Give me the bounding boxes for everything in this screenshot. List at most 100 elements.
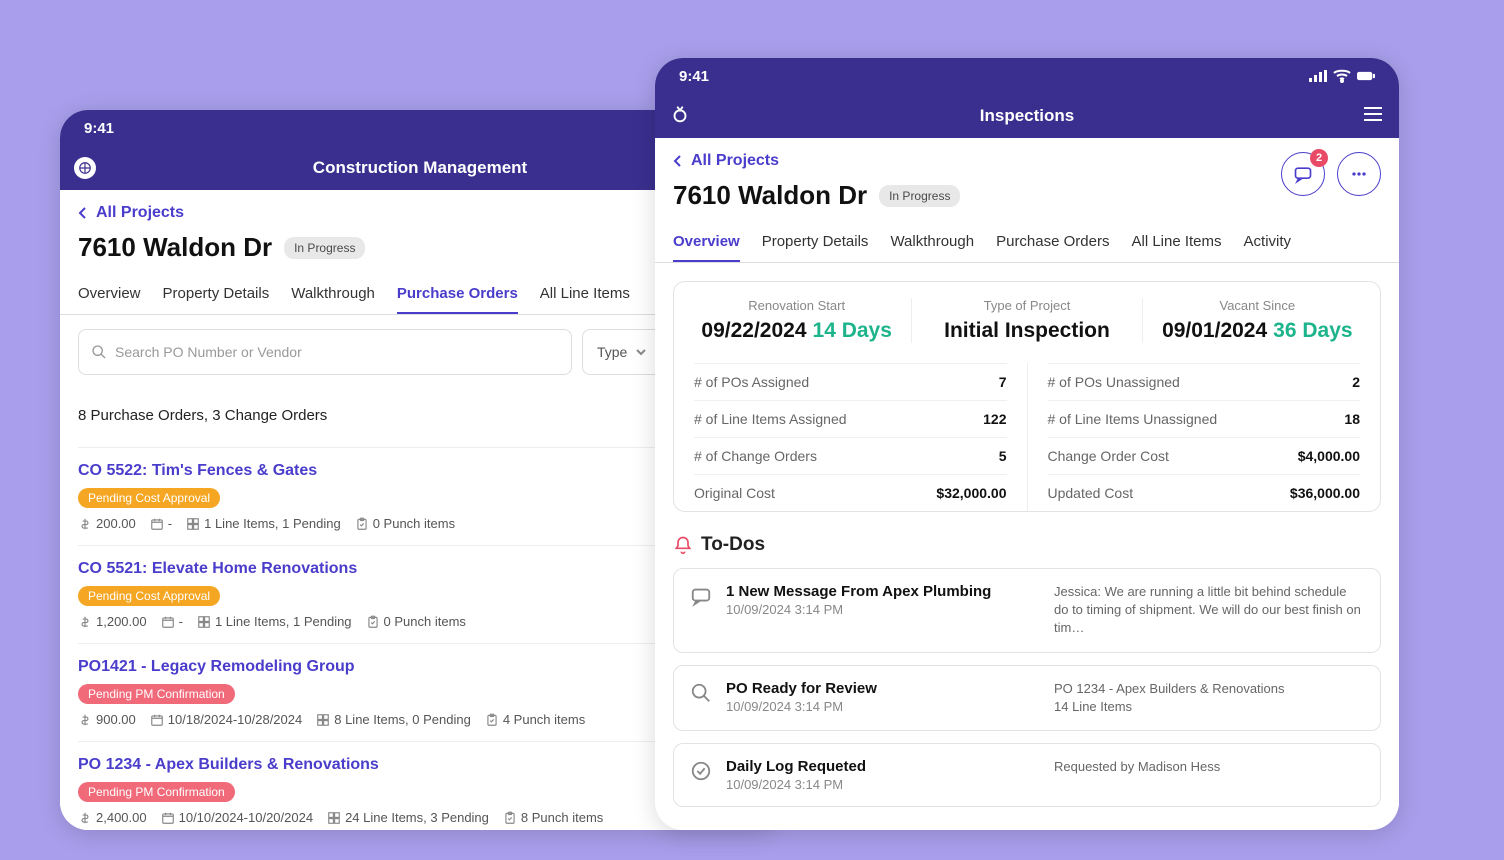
tab-walkthrough[interactable]: Walkthrough (291, 275, 375, 314)
search-icon (91, 344, 107, 360)
status-badge: In Progress (879, 185, 960, 207)
stat-label: Change Order Cost (1048, 448, 1169, 464)
po-amount: 900.00 (78, 712, 136, 727)
stat-label: # of POs Unassigned (1048, 374, 1180, 390)
todo-detail: PO 1234 - Apex Builders & Renovations14 … (1054, 680, 1364, 716)
filter-type[interactable]: Type (582, 329, 662, 375)
bell-icon (673, 535, 693, 555)
tab-property-details[interactable]: Property Details (163, 275, 270, 314)
stat-row: Updated Cost $36,000.00 (1048, 474, 1361, 511)
todos-title: To-Dos (701, 534, 765, 556)
todo-item[interactable]: Daily Log Requeted 10/09/2024 3:14 PM Re… (673, 743, 1381, 807)
notification-badge: 2 (1310, 149, 1328, 167)
breadcrumb-back[interactable]: All Projects (673, 152, 960, 170)
todos-header: To-Dos (673, 534, 1381, 556)
tab-purchase-orders[interactable]: Purchase Orders (397, 275, 518, 314)
tab-property-details[interactable]: Property Details (762, 223, 869, 262)
stat-row: Change Order Cost$4,000.00 (1048, 437, 1361, 474)
search-input[interactable]: Search PO Number or Vendor (78, 329, 572, 375)
todo-item[interactable]: 1 New Message From Apex Plumbing 10/09/2… (673, 568, 1381, 653)
po-punch: 0 Punch items (355, 516, 455, 531)
summary-metric: Vacant Since 09/01/202436 Days (1143, 298, 1372, 343)
stat-row: # of Change Orders 5 (694, 437, 1007, 474)
stat-value: 2 (1352, 374, 1360, 390)
chevron-left-icon (673, 154, 683, 168)
todo-item[interactable]: PO Ready for Review 10/09/2024 3:14 PM P… (673, 665, 1381, 731)
summary-metric: Type of Project Initial Inspection (912, 298, 1142, 343)
po-dates: 10/10/2024-10/20/2024 (161, 810, 313, 825)
tab-overview[interactable]: Overview (78, 275, 141, 314)
todo-title: PO Ready for Review (726, 680, 1040, 697)
stat-value: 18 (1344, 411, 1360, 427)
stat-value: 122 (983, 411, 1006, 427)
stat-row: # of POs Unassigned 2 (1048, 363, 1361, 400)
po-amount: 2,400.00 (78, 810, 147, 825)
stat-row: # of POs Assigned 7 (694, 363, 1007, 400)
breadcrumb-label: All Projects (96, 204, 184, 222)
po-amount: 1,200.00 (78, 614, 147, 629)
todo-title: Daily Log Requeted (726, 758, 1040, 775)
chevron-left-icon (78, 206, 88, 220)
stat-row: # of Line Items Assigned122 (694, 400, 1007, 437)
summary-metric: Renovation Start 09/22/202414 Days (682, 298, 912, 343)
tab-purchase-orders[interactable]: Purchase Orders (996, 223, 1109, 262)
stat-label: # of POs Assigned (694, 374, 809, 390)
po-badge: Pending PM Confirmation (78, 684, 235, 704)
stat-label: Original Cost (694, 485, 775, 501)
app-title: Inspections (980, 106, 1074, 126)
status-icons (1309, 69, 1375, 83)
wifi-icon (1333, 69, 1351, 83)
tab-walkthrough[interactable]: Walkthrough (890, 223, 974, 262)
tab-activity[interactable]: Activity (1244, 223, 1292, 262)
search-placeholder: Search PO Number or Vendor (115, 344, 302, 360)
stat-value: 7 (999, 374, 1007, 390)
status-bar: 9:41 (655, 58, 1399, 94)
tab-all-line-items[interactable]: All Line Items (540, 275, 630, 314)
project-title: 7610 Waldon Dr (78, 232, 272, 263)
po-dates: - (161, 614, 183, 629)
po-lineitems: 8 Line Items, 0 Pending (316, 712, 471, 727)
more-button[interactable] (1337, 152, 1381, 196)
po-amount: 200.00 (78, 516, 136, 531)
todo-time: 10/09/2024 3:14 PM (726, 699, 1040, 714)
more-icon (1349, 164, 1369, 184)
po-dates: 10/18/2024-10/28/2024 (150, 712, 302, 727)
logo-icon (74, 157, 96, 179)
po-lineitems: 1 Line Items, 1 Pending (186, 516, 341, 531)
summary-count: 8 Purchase Orders, 3 Change Orders (78, 407, 327, 424)
tab-overview[interactable]: Overview (673, 223, 740, 262)
todo-time: 10/09/2024 3:14 PM (726, 602, 1040, 617)
summary-card: Renovation Start 09/22/202414 DaysType o… (673, 281, 1381, 512)
stat-value: $36,000.00 (1290, 485, 1360, 501)
po-badge: Pending Cost Approval (78, 586, 220, 606)
stat-value: 5 (999, 448, 1007, 464)
app-bar: Inspections (655, 94, 1399, 138)
stat-label: Updated Cost (1048, 485, 1134, 501)
todo-title: 1 New Message From Apex Plumbing (726, 583, 1040, 600)
message-icon (690, 585, 712, 607)
todo-detail: Requested by Madison Hess (1054, 758, 1364, 776)
app-title: Construction Management (313, 158, 527, 178)
menu-button[interactable] (1361, 102, 1385, 131)
metric-value: 09/01/202436 Days (1151, 319, 1364, 343)
search-icon (690, 682, 712, 704)
tab-all-line-items[interactable]: All Line Items (1131, 223, 1221, 262)
project-title: 7610 Waldon Dr (673, 180, 867, 211)
metric-value: 09/22/202414 Days (690, 319, 903, 343)
menu-icon (1361, 102, 1385, 126)
status-time: 9:41 (84, 120, 114, 137)
stat-row: Original Cost$32,000.00 (694, 474, 1007, 511)
status-time: 9:41 (679, 68, 709, 85)
chevron-down-icon (635, 346, 647, 358)
todo-detail: Jessica: We are running a little bit beh… (1054, 583, 1364, 638)
stat-label: # of Line Items Unassigned (1048, 411, 1218, 427)
breadcrumb-label: All Projects (691, 152, 779, 170)
metric-label: Vacant Since (1151, 298, 1364, 313)
device-right: 9:41 Inspections All Projects 7610 Waldo… (655, 58, 1399, 830)
messages-button[interactable]: 2 (1281, 152, 1325, 196)
stat-label: # of Change Orders (694, 448, 817, 464)
tabs: Overview Property Details Walkthrough Purch… (655, 223, 1399, 263)
po-dates: - (150, 516, 172, 531)
po-badge: Pending Cost Approval (78, 488, 220, 508)
message-icon (1293, 164, 1313, 184)
